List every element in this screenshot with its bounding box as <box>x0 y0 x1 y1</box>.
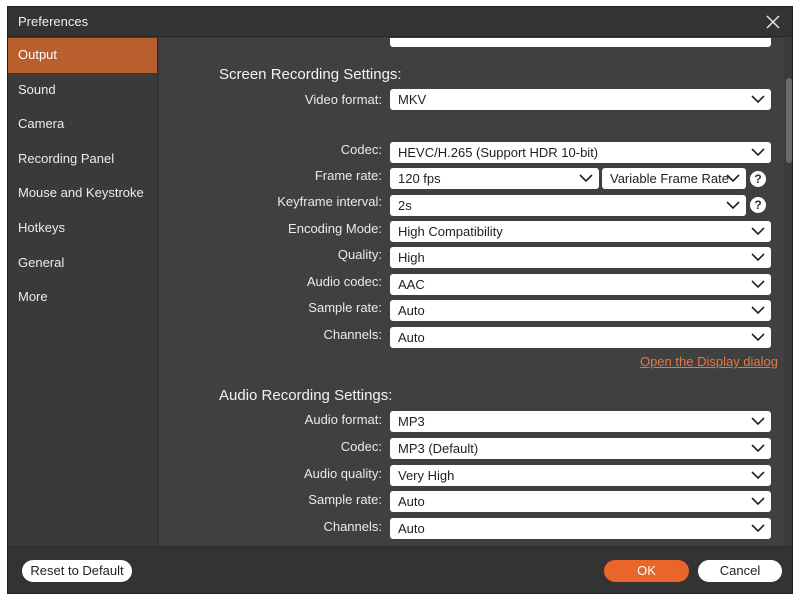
video-format-select[interactable]: MKV <box>390 89 771 110</box>
keyframe-interval-label: Keyframe interval: <box>277 194 382 209</box>
audio-format-label: Audio format: <box>304 412 382 427</box>
sample-rate-select[interactable]: Auto <box>390 300 771 321</box>
help-icon[interactable]: ? <box>750 171 766 187</box>
screen-recording-title: Screen Recording Settings: <box>219 66 402 83</box>
video-format-label: Video format: <box>304 92 382 107</box>
chevron-down-icon <box>751 524 765 533</box>
sidebar-item-hotkeys[interactable]: Hotkeys <box>8 211 157 246</box>
audio-sample-rate-label: Sample rate: <box>308 492 382 507</box>
frame-rate-mode-select[interactable]: Variable Frame Rate <box>602 168 746 189</box>
channels-label: Channels: <box>323 327 382 342</box>
audio-codec-select[interactable]: MP3 (Default) <box>390 438 771 459</box>
quality-value: High <box>398 250 425 265</box>
chevron-down-icon <box>751 253 765 262</box>
ok-button[interactable]: OK <box>604 560 689 582</box>
sidebar-item-label: Sound <box>18 81 56 97</box>
sidebar-item-label: More <box>18 289 48 305</box>
scrollbar[interactable] <box>784 38 792 546</box>
chevron-down-icon <box>579 174 593 183</box>
frame-rate-mode-value: Variable Frame Rate <box>610 171 729 186</box>
audio-format-select[interactable]: MP3 <box>390 411 771 432</box>
audio-sample-rate-value: Auto <box>398 494 425 509</box>
sidebar-item-label: Recording Panel <box>18 150 115 166</box>
codec-label: Codec: <box>340 142 382 157</box>
chevron-down-icon <box>751 95 765 104</box>
audio-sample-rate-select[interactable]: Auto <box>390 491 771 512</box>
quality-select[interactable]: High <box>390 247 771 268</box>
sidebar-item-label: Mouse and Keystroke <box>18 185 144 201</box>
cancel-button[interactable]: Cancel <box>698 560 782 582</box>
channels-select[interactable]: Auto <box>390 327 771 348</box>
sidebar-item-recording-panel[interactable]: Recording Panel <box>8 142 157 177</box>
audio-codec-value: MP3 (Default) <box>398 441 479 456</box>
sidebar-item-label: Output <box>18 47 58 62</box>
frame-rate-select[interactable]: 120 fps <box>390 168 599 189</box>
sample-rate-label: Sample rate: <box>308 300 382 315</box>
sidebar: Output Sound Camera Recording Panel Mous… <box>8 38 158 546</box>
help-icon[interactable]: ? <box>750 197 766 213</box>
window-title: Preferences <box>18 14 89 29</box>
chevron-down-icon <box>726 174 740 183</box>
sidebar-item-label: Hotkeys <box>18 219 65 235</box>
audio-recording-title: Audio Recording Settings: <box>219 387 393 404</box>
encoding-mode-value: High Compatibility <box>398 224 503 239</box>
audio-format-value: MP3 <box>398 414 425 429</box>
footer: Reset to Default OK Cancel <box>8 546 792 593</box>
chevron-down-icon <box>751 227 765 236</box>
frame-rate-label: Frame rate: <box>314 168 382 183</box>
keyframe-interval-value: 2s <box>398 198 412 213</box>
scrolled-field[interactable] <box>390 38 771 47</box>
audio-channels-select[interactable]: Auto <box>390 518 771 539</box>
codec-value: HEVC/H.265 (Support HDR 10-bit) <box>398 145 599 160</box>
chevron-down-icon <box>751 306 765 315</box>
audio-codec-label: Codec: <box>340 439 382 454</box>
chevron-down-icon <box>751 471 765 480</box>
open-display-dialog-link[interactable]: Open the Display dialog <box>640 354 778 369</box>
preferences-window: Preferences Output Sound Camera Recordin… <box>7 6 793 594</box>
sample-rate-value: Auto <box>398 303 425 318</box>
sidebar-item-sound[interactable]: Sound <box>8 73 157 108</box>
chevron-down-icon <box>751 333 765 342</box>
encoding-mode-label: Encoding Mode: <box>288 221 382 236</box>
settings-panel: Screen Recording Settings: Video format:… <box>159 38 792 546</box>
channels-value: Auto <box>398 330 425 345</box>
chevron-down-icon <box>751 417 765 426</box>
sidebar-item-label: General <box>18 254 65 270</box>
keyframe-interval-select[interactable]: 2s <box>390 195 746 216</box>
chevron-down-icon <box>751 280 765 289</box>
audio-channels-label: Channels: <box>323 519 382 534</box>
audio-quality-select[interactable]: Very High <box>390 465 771 486</box>
chevron-down-icon <box>726 201 740 210</box>
audio-quality-label: Audio quality: <box>303 466 382 481</box>
chevron-down-icon <box>751 497 765 506</box>
sidebar-item-camera[interactable]: Camera <box>8 107 157 142</box>
audio-codec-value: AAC <box>398 277 425 292</box>
codec-select[interactable]: HEVC/H.265 (Support HDR 10-bit) <box>390 142 771 163</box>
sidebar-item-more[interactable]: More <box>8 280 157 315</box>
sidebar-item-output[interactable]: Output <box>8 38 157 73</box>
audio-channels-value: Auto <box>398 521 425 536</box>
sidebar-item-mouse-and-keystroke[interactable]: Mouse and Keystroke <box>8 176 157 211</box>
chevron-down-icon <box>751 148 765 157</box>
audio-quality-value: Very High <box>398 468 455 483</box>
close-icon[interactable] <box>764 13 782 31</box>
sidebar-item-general[interactable]: General <box>8 246 157 281</box>
reset-to-default-button[interactable]: Reset to Default <box>22 560 132 582</box>
sidebar-item-label: Camera <box>18 116 65 132</box>
quality-label: Quality: <box>337 247 382 262</box>
chevron-down-icon <box>751 444 765 453</box>
audio-codec-select[interactable]: AAC <box>390 274 771 295</box>
scrollbar-thumb[interactable] <box>786 78 792 163</box>
encoding-mode-select[interactable]: High Compatibility <box>390 221 771 242</box>
video-format-value: MKV <box>398 92 427 107</box>
title-bar: Preferences <box>8 7 792 37</box>
frame-rate-value: 120 fps <box>398 171 441 186</box>
audio-codec-label: Audio codec: <box>306 274 382 289</box>
